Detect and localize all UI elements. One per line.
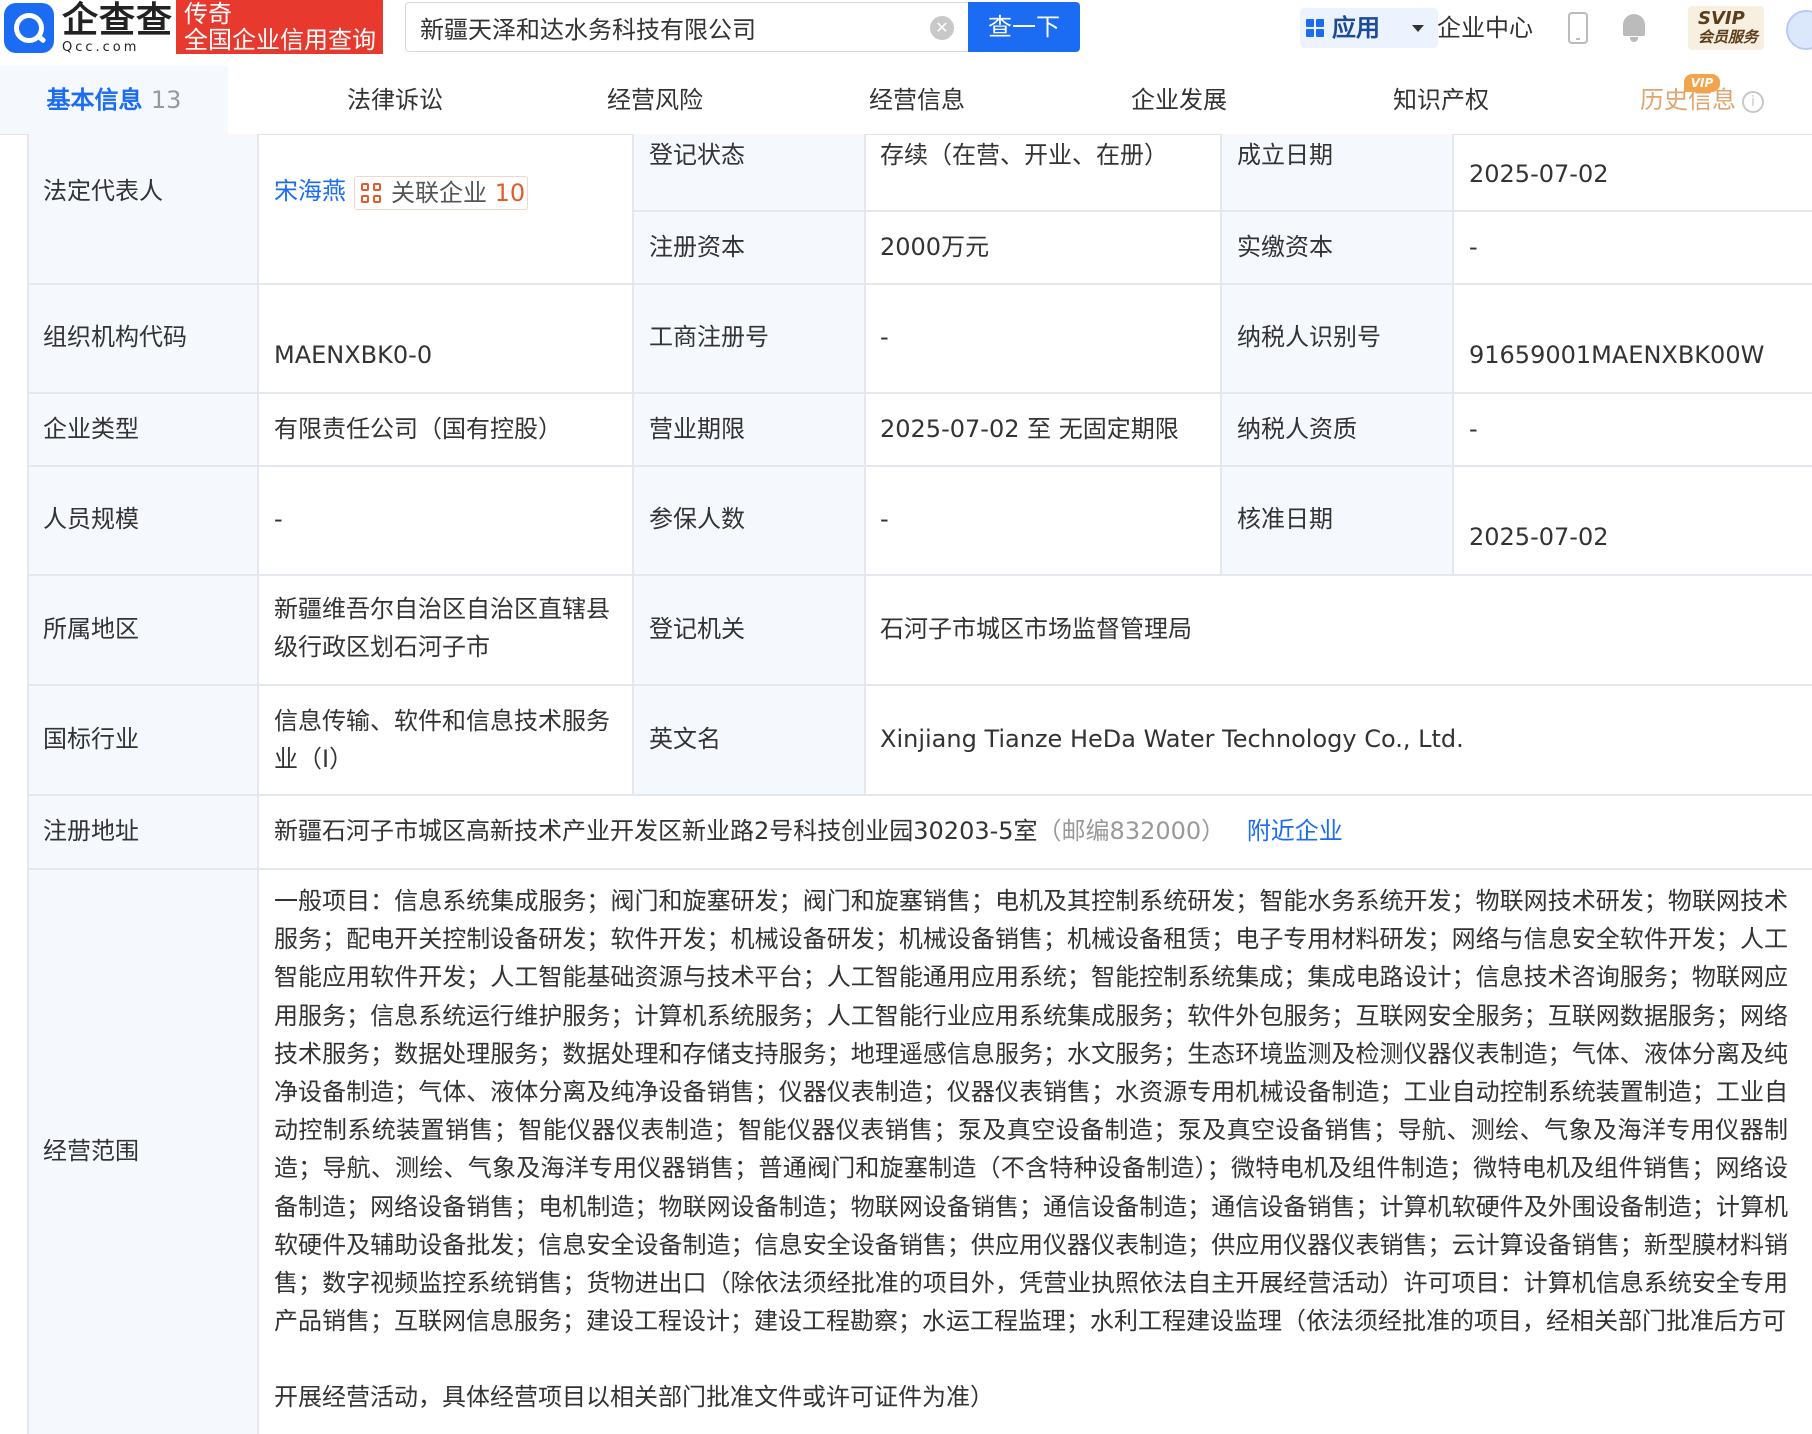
org-code-value: MAENXBK0-0 — [274, 341, 433, 369]
reg-authority-value: 石河子市城区市场监督管理局 — [880, 615, 1192, 643]
vip-badge: VIP — [1684, 74, 1720, 92]
reg-capital-value: 2000万元 — [880, 233, 990, 261]
biz-term-value: 2025-07-02 至 无固定期限 — [880, 415, 1179, 443]
staff-size-label: 人员规模 — [43, 505, 139, 533]
taxpayer-id-value: 91659001MAENXBK00W — [1469, 341, 1765, 369]
section-tabs: 基本信息 13 法律诉讼 经营风险 经营信息 企业发展 知识产权 历史信息 — [0, 66, 1812, 135]
clear-icon[interactable]: ✕ — [930, 16, 954, 40]
logo-text: 企查查 — [62, 0, 174, 41]
found-date-value: 2025-07-02 — [1469, 160, 1609, 188]
notification-bell-icon[interactable] — [1620, 12, 1648, 44]
apps-label: 应用 — [1332, 14, 1380, 42]
biz-reg-no-value: - — [880, 323, 889, 351]
found-date-label: 成立日期 — [1237, 141, 1333, 169]
approval-date-value: 2025-07-02 — [1469, 523, 1609, 551]
apps-menu-button[interactable]: 应用 — [1300, 8, 1438, 48]
paid-capital-label: 实缴资本 — [1237, 233, 1333, 261]
reg-status-value: 存续（在营、开业、在册） — [880, 141, 1168, 169]
slogan-banner: 传奇 全国企业信用查询 — [176, 0, 383, 54]
postcode: （邮编832000） — [1037, 817, 1226, 845]
search-box: ✕ — [405, 2, 968, 52]
biz-term-label: 营业期限 — [649, 415, 745, 443]
taxpayer-id-label: 纳税人识别号 — [1237, 323, 1381, 351]
region-label: 所属地区 — [43, 615, 139, 643]
staff-size-value: - — [274, 505, 283, 533]
info-icon[interactable]: i — [1742, 91, 1764, 113]
tab-basic-info-count: 13 — [150, 86, 182, 114]
label-column2-bg — [633, 134, 865, 684]
approval-date-label: 核准日期 — [1237, 505, 1333, 533]
tab-ip[interactable]: 知识产权 — [1346, 66, 1536, 134]
org-code-label: 组织机构代码 — [43, 323, 187, 351]
search-button[interactable]: 查一下 — [968, 2, 1080, 52]
logo-domain: Qcc.com — [62, 39, 140, 55]
tab-basic-info-label: 基本信息 — [46, 86, 143, 114]
mobile-app-icon[interactable] — [1568, 12, 1588, 44]
tab-legal-lawsuits[interactable]: 法律诉讼 — [300, 66, 490, 134]
tab-basic-info[interactable]: 基本信息 13 — [0, 66, 228, 134]
taxpayer-qual-value: - — [1469, 415, 1478, 443]
tab-development[interactable]: 企业发展 — [1084, 66, 1274, 134]
tab-business-risk[interactable]: 经营风险 — [560, 66, 750, 134]
company-type-value: 有限责任公司（国有控股） — [274, 415, 562, 443]
svip-label: SVIP — [1698, 8, 1745, 29]
search-input[interactable] — [420, 11, 910, 43]
taxpayer-qual-label: 纳税人资质 — [1237, 415, 1357, 443]
svip-sub-label: 会员服务 — [1698, 28, 1759, 46]
relation-graph-icon — [361, 183, 383, 205]
legal-rep-name-link[interactable]: 宋海燕 — [274, 172, 346, 210]
legal-rep-label: 法定代表人 — [43, 177, 163, 205]
address-line: 新疆石河子市城区高新技术产业开发区新业路2号科技创业园30203-5室（邮编83… — [274, 812, 1343, 850]
related-count: 10 — [494, 179, 526, 207]
related-companies-button[interactable]: 关联企业 10 — [354, 176, 528, 210]
nearby-companies-link[interactable]: 附近企业 — [1247, 817, 1343, 845]
industry-label: 国标行业 — [43, 725, 139, 753]
reg-status-label: 登记状态 — [649, 141, 745, 169]
tab-business-info[interactable]: 经营信息 — [822, 66, 1012, 134]
english-name-value: Xinjiang Tianze HeDa Water Technology Co… — [880, 725, 1464, 753]
logo-icon — [4, 3, 54, 53]
insured-value: - — [880, 505, 889, 533]
reg-capital-label: 注册资本 — [649, 233, 745, 261]
scope-tail: 开展经营活动，具体经营项目以相关部门批准文件或许可证件为准） — [274, 1383, 994, 1411]
scope-value: 一般项目：信息系统集成服务；阀门和旋塞研发；阀门和旋塞销售；电机及其控制系统研发… — [274, 887, 1788, 1336]
slogan-line1: 传奇 — [184, 0, 232, 28]
related-label: 关联企业 — [391, 179, 487, 207]
enterprise-center-link[interactable]: 企业中心 — [1437, 11, 1533, 45]
reg-authority-label: 登记机关 — [649, 615, 745, 643]
scope-label: 经营范围 — [43, 1137, 139, 1165]
english-name-label: 英文名 — [649, 725, 721, 753]
caret-down-icon — [1412, 25, 1424, 32]
qcc-logo[interactable]: 企查查 Qcc.com — [4, 2, 173, 54]
address-value: 新疆石河子市城区高新技术产业开发区新业路2号科技创业园30203-5室 — [274, 817, 1038, 845]
company-type-label: 企业类型 — [43, 415, 139, 443]
user-avatar[interactable] — [1786, 10, 1812, 50]
svip-button[interactable]: SVIP 会员服务 — [1688, 6, 1764, 50]
industry-value-line1: 信息传输、软件和信息技术服务 — [274, 707, 610, 735]
biz-reg-no-label: 工商注册号 — [649, 323, 769, 351]
insured-label: 参保人数 — [649, 505, 745, 533]
region-value-line2: 级行政区划石河子市 — [274, 633, 490, 661]
slogan-line2: 全国企业信用查询 — [184, 26, 376, 54]
address-label: 注册地址 — [43, 817, 139, 845]
top-header: 企查查 Qcc.com 传奇 全国企业信用查询 ✕ 查一下 应用 企业中心 SV… — [0, 0, 1812, 67]
apps-grid-icon — [1306, 19, 1324, 37]
region-value-line1: 新疆维吾尔自治区自治区直辖县 — [274, 595, 610, 623]
paid-capital-value: - — [1469, 233, 1478, 261]
industry-value-line2: 业（I） — [274, 745, 354, 773]
